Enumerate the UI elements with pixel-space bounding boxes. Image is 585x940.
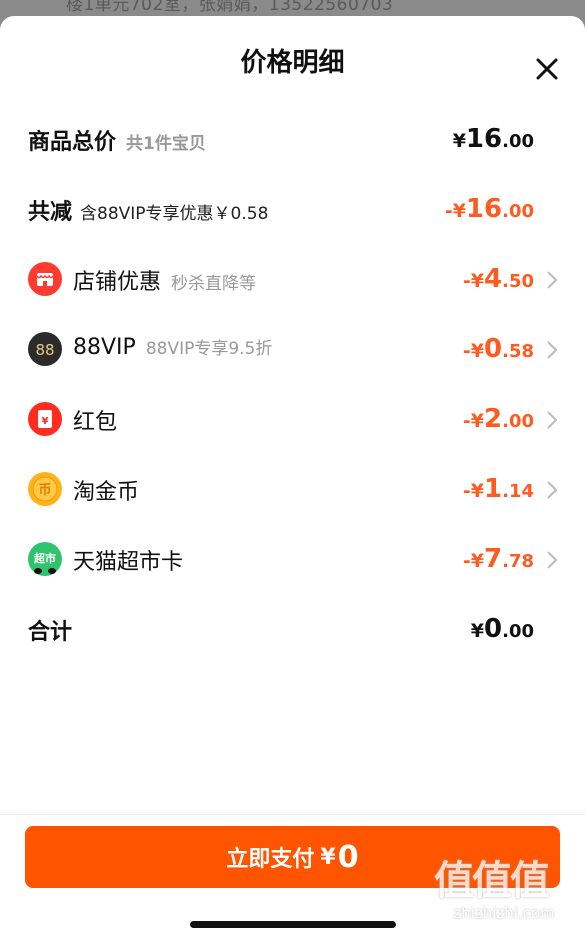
envelope-glyph: ¥ [42,416,49,427]
goods-total-amount: ¥16.00 [453,124,534,157]
discount-label-88vip: 88VIP 88VIP专享9.5折 [73,334,272,360]
goods-total-row: 商品总价 共1件宝贝 ¥16.00 [28,124,558,164]
pay-amount: 0 [337,839,359,875]
discount-label-taojinbi: 淘金币 [73,474,139,506]
amount-integer: 2 [484,404,503,434]
close-icon[interactable] [532,54,562,84]
currency-symbol: -¥ [462,480,485,502]
amount-integer: 1 [484,474,503,504]
taojinbi-coin-icon: 币 [28,472,62,506]
discount-row-taojinbi[interactable]: 币 淘金币 -¥1.14 [28,472,558,514]
discount-row-tmall-card[interactable]: 超市 天猫超市卡 -¥7.78 [28,542,558,584]
total-reduction-row: 共减 含88VIP专享优惠￥0.58 -¥16.00 [28,194,558,234]
tmall-supermarket-card-icon: 超市 [28,542,62,576]
amount-integer: 7 [484,544,503,574]
amount-integer: 4 [484,264,503,294]
chevron-right-icon [547,411,558,429]
tmall-card-title: 天猫超市卡 [73,550,184,575]
goods-count: 共1件宝贝 [126,134,206,154]
discount-label-red-envelope: 红包 [73,404,117,436]
discount-amount-taojinbi: -¥1.14 [463,474,534,507]
amount-decimal: .00 [502,201,534,222]
amount-integer: 16 [465,124,503,154]
price-detail-sheet: 价格明细 商品总价 共1件宝贝 ¥16.00 共减 含88VIP专享优惠￥0.58 … [0,16,585,940]
total-reduction-label: 共减 含88VIP专享优惠￥0.58 [28,194,268,226]
vip-discount-title: 88VIP [73,335,136,360]
amount-integer: 0 [484,614,503,644]
currency-symbol: -¥ [462,410,485,432]
chevron-right-icon [547,271,558,289]
total-reduction-note: 含88VIP专享优惠￥0.58 [80,204,269,224]
currency-symbol: -¥ [462,270,485,292]
chevron-right-icon [547,551,558,569]
watermark: 值值值 zhizhizhi.com [434,848,574,938]
amount-decimal: .00 [502,131,534,152]
discount-row-red-envelope[interactable]: ¥ 红包 -¥2.00 [28,402,558,444]
amount-integer: 0 [484,334,503,364]
footer-divider [0,814,585,815]
total-reduction-title: 共减 [28,200,73,225]
amount-decimal: .14 [502,481,534,502]
currency-symbol: ¥ [452,130,466,152]
grand-total-label: 合计 [28,620,73,645]
discount-amount-store: -¥4.50 [463,264,534,297]
chevron-right-icon [547,481,558,499]
amount-decimal: .00 [502,621,534,642]
discount-amount-tmall-card: -¥7.78 [463,544,534,577]
pay-now-label: 立即支付 [226,847,315,872]
watermark-url: zhizhizhi.com [453,904,555,922]
currency-symbol: ¥ [470,620,485,642]
discount-label-store: 店铺优惠 秒杀直降等 [73,264,256,296]
amount-decimal: .00 [502,411,534,432]
88vip-glyph: 88 [35,341,54,359]
grand-total-amount: ¥0.00 [471,614,534,647]
store-discount-note: 秒杀直降等 [171,274,257,294]
pay-currency-symbol: ¥ [320,844,336,870]
currency-symbol: -¥ [462,550,485,572]
background-address-text: 楼1单元702室，张娟娟，13522560703 [66,0,394,15]
discount-row-88vip[interactable]: 88 88VIP 88VIP专享9.5折 -¥0.58 [28,332,558,374]
watermark-logo-text: 值值值 [434,858,550,904]
supermarket-glyph: 超市 [33,551,56,565]
discount-label-tmall-card: 天猫超市卡 [73,544,183,576]
discount-row-store[interactable]: 店铺优惠 秒杀直降等 -¥4.50 [28,262,558,304]
chevron-right-icon [547,341,558,359]
88vip-icon: 88 [28,332,62,366]
store-icon [28,262,62,296]
grand-total-row: 合计 ¥0.00 [28,614,558,654]
goods-total-title: 商品总价 [28,130,117,155]
store-discount-title: 店铺优惠 [73,270,162,295]
amount-decimal: .78 [502,551,534,572]
discount-amount-88vip: -¥0.58 [463,334,534,367]
total-reduction-amount: -¥16.00 [445,194,534,227]
sheet-title: 价格明细 [240,48,345,78]
red-envelope-icon: ¥ [28,402,62,436]
taojinbi-title: 淘金币 [73,480,140,505]
currency-symbol: -¥ [444,200,466,222]
goods-total-label: 商品总价 共1件宝贝 [28,124,206,156]
discount-amount-red-envelope: -¥2.00 [463,404,534,437]
amount-decimal: .58 [502,341,534,362]
coin-glyph: 币 [38,483,51,498]
vip-discount-note: 88VIP专享9.5折 [145,339,273,359]
home-indicator[interactable] [190,921,396,928]
currency-symbol: -¥ [462,340,485,362]
amount-integer: 16 [465,194,503,224]
red-envelope-title: 红包 [73,410,118,435]
amount-decimal: .50 [502,271,534,292]
